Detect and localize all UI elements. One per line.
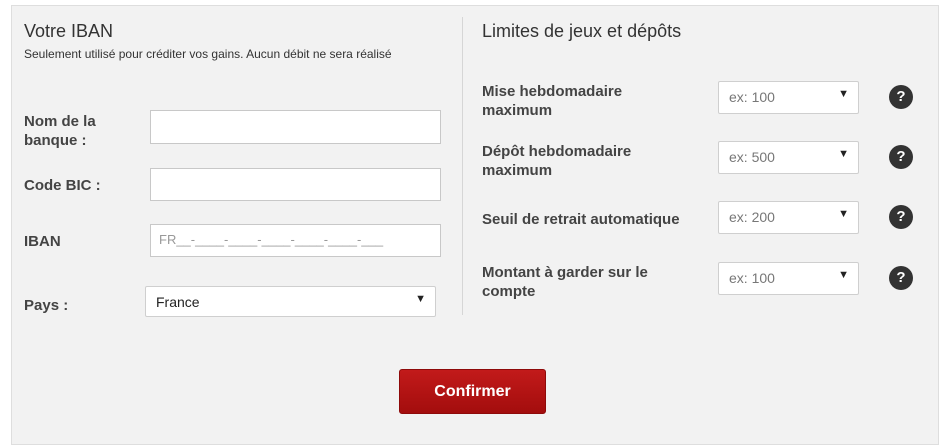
limit-select-auto-withdraw[interactable]: ex: 200 ▼ [718,201,859,234]
help-icon[interactable]: ? [889,266,913,290]
chevron-down-icon: ▼ [415,293,426,305]
chevron-down-icon: ▼ [838,88,849,100]
limit-select-value: ex: 100 [729,270,775,286]
iban-label: IBAN [24,233,61,250]
country-select-value: France [156,294,200,310]
iban-input[interactable]: FR__-____-____-____-____-____-___ [150,224,441,257]
limits-section-title: Limites de jeux et dépôts [482,21,682,41]
help-icon[interactable]: ? [889,145,913,169]
country-label: Pays : [24,297,69,314]
limit-select-weekly-bet[interactable]: ex: 100 ▼ [718,81,859,114]
confirm-button[interactable]: Confirmer [399,369,546,414]
bank-name-input[interactable] [150,110,441,144]
iban-section-title: Votre IBAN [24,21,114,41]
limit-select-amount-to-keep[interactable]: ex: 100 ▼ [718,262,859,295]
iban-section-subtitle: Seulement utilisé pour créditer vos gain… [24,47,392,61]
help-icon[interactable]: ? [889,85,913,109]
limit-select-weekly-deposit[interactable]: ex: 500 ▼ [718,141,859,174]
help-icon[interactable]: ? [889,205,913,229]
limit-label-weekly-bet: Mise hebdomadaire maximum [482,83,623,119]
limit-label-amount-to-keep: Montant à garder sur le compte [482,264,648,300]
chevron-down-icon: ▼ [838,148,849,160]
bic-label: Code BIC : [24,177,101,194]
chevron-down-icon: ▼ [838,208,849,220]
limit-select-value: ex: 200 [729,209,775,225]
bank-name-label: Nom de la banque : [24,113,96,149]
limit-select-value: ex: 100 [729,89,775,105]
limit-select-value: ex: 500 [729,149,775,165]
bic-input[interactable] [150,168,441,201]
limit-label-auto-withdraw: Seuil de retrait automatique [482,211,680,228]
limit-label-weekly-deposit: Dépôt hebdomadaire maximum [482,143,632,179]
chevron-down-icon: ▼ [838,269,849,281]
country-select[interactable]: France ▼ [145,286,436,317]
column-divider [462,17,463,315]
